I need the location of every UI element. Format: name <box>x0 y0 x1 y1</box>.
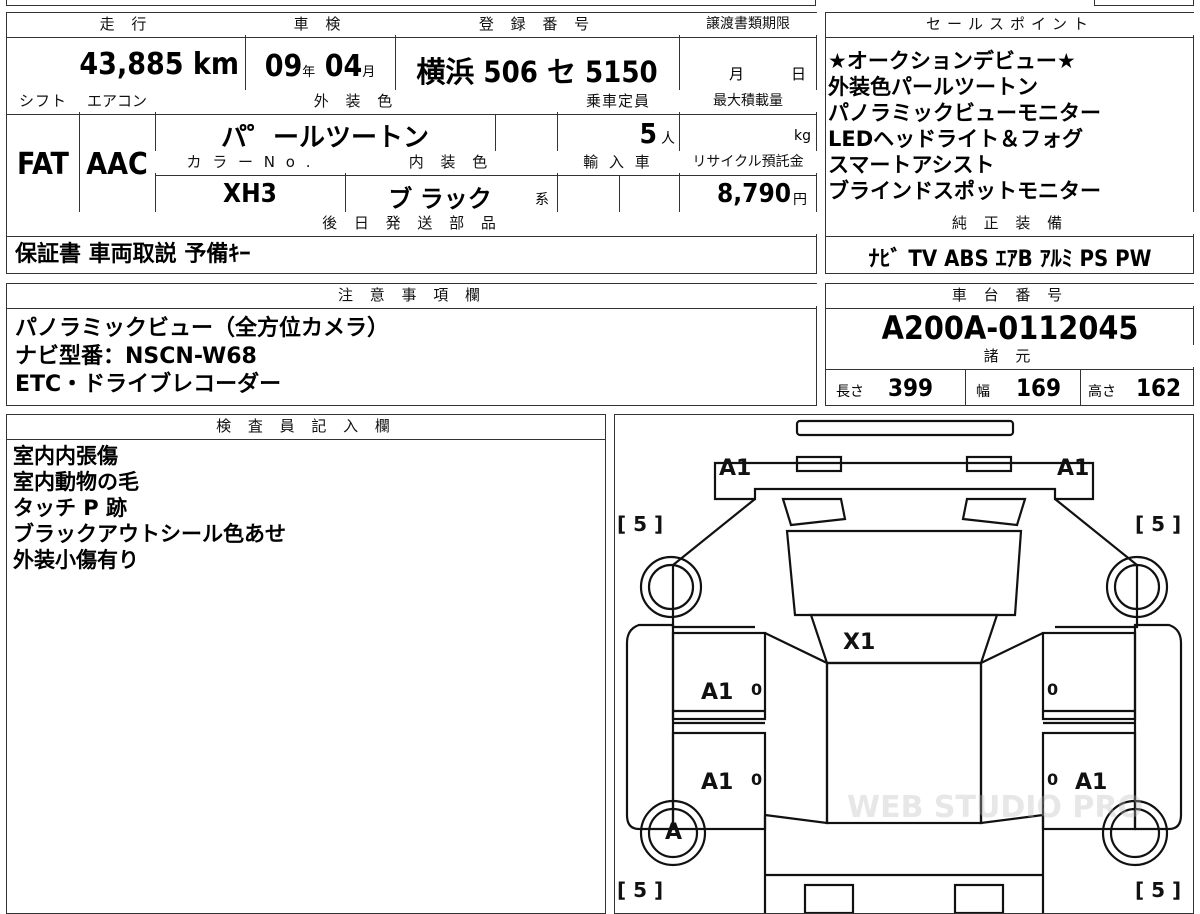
diagram-label-windshield: X1 <box>843 630 875 655</box>
color-number-value: XH3 <box>223 179 277 209</box>
car-diagram-box: A1 A1 X1 A1 A1 A1 A 0 0 0 0 [ 5 ] [ 5 ] … <box>614 414 1194 914</box>
recycle-deposit-value: 8,790 <box>717 179 791 209</box>
inspection-date: 09年 04月 <box>245 49 395 84</box>
tyre-front-right: [ 5 ] <box>1135 512 1181 536</box>
mileage-value: 43,885 km <box>79 47 239 82</box>
recycle-deposit-unit: 円 <box>793 192 807 208</box>
chassis-box: 車 台 番 号 A200A-0112045 諸 元 長さ 399 幅 169 高… <box>825 283 1194 406</box>
sales-points-header: セールスポイント <box>826 13 1194 35</box>
inspector-line-2: 室内動物の毛 <box>13 470 139 494</box>
height-value: 162 <box>1136 374 1182 402</box>
header-shift: シフト <box>7 90 79 112</box>
max-load-unit: kg <box>794 128 811 144</box>
diagram-zero-3: 0 <box>751 770 762 789</box>
header-inspection: 車 検 <box>245 13 395 35</box>
sales-point-1: ★オークションデビュー★ <box>828 49 1076 73</box>
diagram-zero-1: 0 <box>751 680 762 699</box>
sales-point-2: 外装色パールツートン <box>828 75 1038 99</box>
top-strip <box>6 0 816 6</box>
diagram-label-front-left: A1 <box>719 456 751 481</box>
interior-color-value: ブ ラック <box>388 185 492 213</box>
shift-value: FAT <box>17 147 69 182</box>
sales-points-box: セールスポイント ★オークションデビュー★ 外装色パールツートン パノラミックビ… <box>825 12 1194 274</box>
header-exterior-color: 外 装 色 <box>155 90 557 112</box>
inspector-line-5: 外装小傷有り <box>13 548 139 572</box>
inspector-box: 検 査 員 記 入 欄 室内内張傷 室内動物の毛 タッチ P 跡 ブラックアウト… <box>6 414 606 914</box>
later-parts-value: 保証書 車両取説 予備ｷｰ <box>15 242 251 267</box>
header-mileage: 走 行 <box>7 13 245 35</box>
transfer-day: 日 <box>791 65 807 83</box>
inspector-line-1: 室内内張傷 <box>13 444 118 468</box>
header-transfer-deadline: 譲渡書類期限 <box>679 13 817 35</box>
inspector-line-4: ブラックアウトシール色あせ <box>13 522 286 546</box>
width-value: 169 <box>1016 374 1062 402</box>
notes-header: 注 意 事 項 欄 <box>7 284 817 306</box>
header-capacity: 乗車定員 <box>557 90 679 112</box>
diagram-label-front-right: A1 <box>1057 456 1089 481</box>
interior-color-suffix: 系 <box>535 192 549 208</box>
notes-box: 注 意 事 項 欄 パノラミックビュー（全方位カメラ） ナビ型番：NSCN-W6… <box>6 283 817 406</box>
vehicle-info-table: 走 行 車 検 登 録 番 号 譲渡書類期限 43,885 km 09年 04月… <box>6 12 817 274</box>
header-interior-color: 内 装 色 <box>345 151 557 173</box>
tyre-rear-left: [ 5 ] <box>617 878 663 902</box>
diagram-label-rear-wheel: A <box>665 820 682 845</box>
inspection-month-unit: 月 <box>362 65 376 80</box>
sales-point-5: スマートアシスト <box>828 153 995 177</box>
header-recycle-deposit: リサイクル預託金 <box>679 151 817 173</box>
watermark: WEB STUDIO PRO <box>847 790 1143 825</box>
top-strip-right <box>1094 0 1194 6</box>
specs-header: 諸 元 <box>826 345 1194 367</box>
header-color-number: カ ラ ー N o . <box>155 151 345 173</box>
chassis-header: 車 台 番 号 <box>826 284 1194 306</box>
notes-line-3: ETC・ドライブレコーダー <box>15 372 282 397</box>
notes-line-2: ナビ型番：NSCN-W68 <box>15 344 257 369</box>
equipment-header: 純 正 装 備 <box>826 212 1194 234</box>
width-label: 幅 <box>976 384 990 400</box>
inspector-line-3: タッチ P 跡 <box>13 496 128 520</box>
aircon-value: AAC <box>86 147 148 182</box>
inspection-month: 04 <box>324 49 363 84</box>
registration-number: 横浜 506 セ 5150 <box>416 55 658 89</box>
car-diagram: A1 A1 X1 A1 A1 A1 A 0 0 0 0 [ 5 ] [ 5 ] … <box>617 419 1183 913</box>
exterior-color-value: パ゜ールツートン <box>220 123 429 153</box>
length-value: 399 <box>888 374 934 402</box>
diagram-label-left-front-door: A1 <box>701 680 733 705</box>
transfer-month: 月 <box>729 65 745 83</box>
capacity-unit: 人 <box>661 131 675 147</box>
equipment-value: ﾅﾋﾞ TV ABS ｴｱB ｱﾙﾐ PS PW <box>868 247 1152 272</box>
header-import: 輸 入 車 <box>557 151 679 173</box>
inspection-year-unit: 年 <box>302 65 316 80</box>
chassis-number: A200A-0112045 <box>881 309 1139 347</box>
tyre-front-left: [ 5 ] <box>617 512 663 536</box>
sales-point-4: LEDヘッドライト＆フォグ <box>828 127 1084 151</box>
header-later-parts: 後 日 発 送 部 品 <box>7 212 817 234</box>
diagram-label-left-rear-door: A1 <box>701 770 733 795</box>
height-label: 高さ <box>1088 384 1116 400</box>
length-label: 長さ <box>836 384 864 400</box>
inspector-header: 検 査 員 記 入 欄 <box>7 415 605 437</box>
capacity-value: 5 <box>639 117 657 150</box>
diagram-zero-2: 0 <box>1047 680 1058 699</box>
header-max-load: 最大積載量 <box>679 90 817 112</box>
header-registration: 登 録 番 号 <box>395 13 679 35</box>
diagram-zero-4: 0 <box>1047 770 1058 789</box>
front-bumper-outline <box>713 461 1095 501</box>
sales-point-3: パノラミックビューモニター <box>828 101 1101 125</box>
tyre-rear-right: [ 5 ] <box>1135 878 1181 902</box>
header-aircon: エアコン <box>79 90 155 112</box>
inspection-year: 09 <box>264 49 303 84</box>
sales-point-6: ブラインドスポットモニター <box>828 179 1101 203</box>
notes-line-1: パノラミックビュー（全方位カメラ） <box>15 316 390 341</box>
